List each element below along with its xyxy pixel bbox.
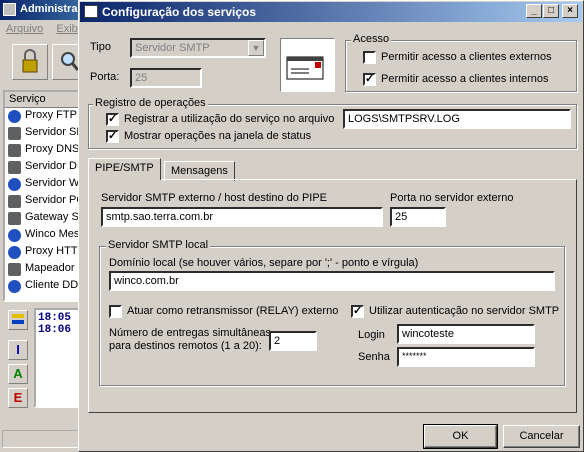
host-field[interactable]: smtp.sao.terra.com.br	[101, 207, 383, 227]
cancel-button[interactable]: Cancelar	[503, 425, 580, 448]
info-filter-button[interactable]: I	[8, 340, 28, 360]
service-image	[280, 38, 335, 92]
internos-checkbox[interactable]: ✓	[363, 73, 376, 86]
list-item[interactable]: Winco Mes	[5, 227, 81, 244]
globe-icon	[8, 280, 21, 293]
window-icon	[84, 5, 98, 18]
gear-icon	[8, 161, 21, 174]
lock-icon	[22, 49, 38, 73]
globe-icon	[8, 229, 21, 242]
entregas-label-2: para destinos remotos (1 a 20):	[109, 340, 262, 352]
porta-externa-field[interactable]: 25	[390, 207, 446, 227]
globe-icon	[8, 110, 21, 123]
login-label: Login	[358, 329, 385, 341]
list-item[interactable]: Gateway S	[5, 210, 81, 227]
gear-icon	[8, 144, 21, 157]
dominio-field[interactable]: winco.com.br	[109, 271, 555, 291]
minimize-button[interactable]: _	[526, 4, 542, 18]
porta-externa-label: Porta no servidor externo	[390, 192, 514, 204]
registrar-label: Registrar a utilização do serviço no arq…	[124, 113, 335, 125]
menu-arquivo[interactable]: Arquivo	[6, 23, 43, 35]
service-config-dialog: Configuração dos serviços _ □ × Tipo Ser…	[78, 0, 584, 452]
globe-icon	[8, 246, 21, 259]
externos-label: Permitir acesso a clientes externos	[381, 51, 552, 63]
log-toggle-button[interactable]	[8, 310, 28, 330]
gear-icon	[8, 195, 21, 208]
tipo-label: Tipo	[90, 41, 111, 53]
services-list[interactable]: Serviço Proxy FTP Servidor SM Proxy DNS …	[3, 90, 83, 302]
auth-label: Utilizar autenticação no servidor SMTP	[369, 305, 560, 317]
menu-exibir[interactable]: Exibi	[56, 23, 80, 35]
ok-button[interactable]: OK	[423, 424, 498, 449]
envelope-icon	[286, 56, 324, 80]
acesso-title: Acesso	[351, 33, 392, 45]
list-item[interactable]: Proxy FTP	[5, 108, 81, 125]
background-menu-bar: Arquivo Exibi	[0, 20, 90, 38]
relay-checkbox[interactable]	[109, 305, 122, 318]
terminal-icon	[8, 127, 21, 140]
tab-mensagens[interactable]: Mensagens	[164, 161, 235, 181]
login-field[interactable]: wincoteste	[397, 324, 535, 344]
tipo-select[interactable]: Servidor SMTP	[130, 38, 266, 58]
error-filter-button[interactable]: E	[8, 388, 28, 408]
mostrar-label: Mostrar operações na janela de status	[124, 130, 312, 142]
lock-toolbar-button[interactable]	[12, 44, 48, 80]
tipo-value: Servidor SMTP	[135, 42, 210, 54]
close-button[interactable]: ×	[562, 4, 578, 18]
dominio-label: Domínio local (se houver vários, separe …	[109, 257, 419, 269]
background-status-bar	[2, 430, 86, 448]
tab-pipe-smtp[interactable]: PIPE/SMTP	[88, 158, 161, 180]
background-title-text: Administra	[20, 3, 78, 15]
services-list-header[interactable]: Serviço	[5, 92, 81, 108]
list-item[interactable]: Proxy DNS	[5, 142, 81, 159]
gear-icon	[8, 263, 21, 276]
list-item[interactable]: Servidor PO	[5, 193, 81, 210]
registrar-checkbox[interactable]: ✓	[106, 113, 119, 126]
dialog-title-bar[interactable]: Configuração dos serviços	[80, 2, 582, 22]
bars-icon	[12, 314, 24, 324]
list-item[interactable]: Servidor SM	[5, 125, 81, 142]
local-title: Servidor SMTP local	[106, 239, 211, 251]
globe-icon	[8, 178, 21, 191]
list-item[interactable]: Proxy HTTP	[5, 244, 81, 261]
dialog-title: Configuração dos serviços	[102, 5, 257, 19]
background-window-title: Administra	[0, 0, 90, 20]
relay-label: Atuar como retransmissor (RELAY) externo	[127, 305, 339, 317]
log-file-field[interactable]: LOGS\SMTPSRV.LOG	[343, 109, 571, 129]
list-item[interactable]: Cliente DDN	[5, 278, 81, 295]
list-item[interactable]: Servidor DH	[5, 159, 81, 176]
porta-field[interactable]: 25	[130, 68, 202, 88]
registro-title: Registro de operações	[93, 97, 208, 109]
log-line: 18:05	[38, 312, 72, 324]
maximize-button[interactable]: □	[543, 4, 559, 18]
chevron-down-icon[interactable]: ▼	[248, 40, 264, 56]
auth-checkbox[interactable]: ✓	[351, 305, 364, 318]
app-icon	[3, 3, 16, 16]
list-item[interactable]: Mapeador P	[5, 261, 81, 278]
porta-label: Porta:	[90, 71, 120, 83]
warning-filter-button[interactable]: A	[8, 364, 28, 384]
host-label: Servidor SMTP externo / host destino do …	[101, 192, 328, 204]
internos-label: Permitir acesso a clientes internos	[381, 73, 549, 85]
log-line: 18:06	[38, 324, 72, 336]
gear-icon	[8, 212, 21, 225]
entregas-label-1: Número de entregas simultâneas	[109, 327, 272, 339]
externos-checkbox[interactable]	[363, 51, 376, 64]
senha-label: Senha	[358, 351, 390, 363]
list-item[interactable]: Servidor W	[5, 176, 81, 193]
entregas-field[interactable]: 2	[269, 331, 317, 351]
mostrar-checkbox[interactable]: ✓	[106, 130, 119, 143]
senha-field[interactable]: *******	[397, 347, 535, 367]
